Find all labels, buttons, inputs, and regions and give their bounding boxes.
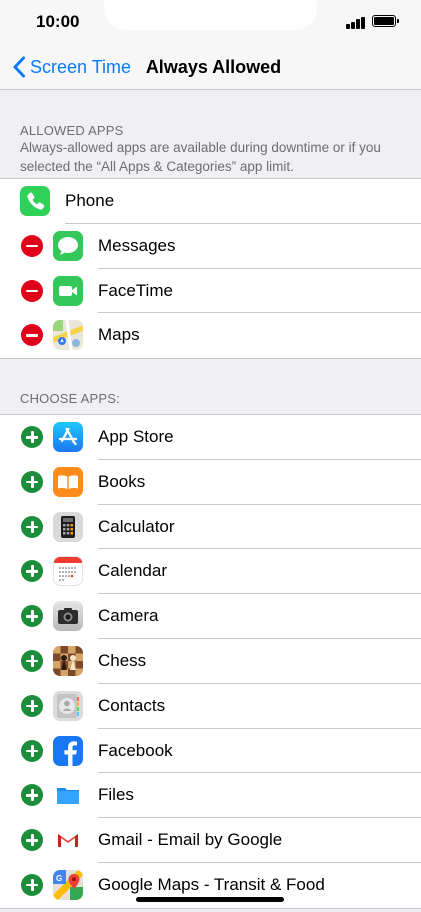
choose-apps-header: CHOOSE APPS: — [20, 391, 120, 406]
add-button[interactable] — [21, 873, 43, 896]
choose-app-row-chess[interactable]: Chess — [0, 639, 421, 684]
choose-apps-list: App Store Books Calculator Calendar Came… — [0, 414, 421, 909]
allowed-apps-header: ALLOWED APPS — [20, 123, 124, 138]
google-maps-icon: G — [53, 869, 83, 900]
gmail-icon — [53, 825, 83, 856]
app-name: Books — [98, 471, 146, 491]
app-name: Phone — [65, 191, 115, 210]
camera-icon — [53, 601, 83, 632]
app-name: Google Maps - Transit & Food — [98, 874, 325, 894]
choose-app-row-gmail[interactable]: Gmail - Email by Google — [0, 818, 421, 863]
contacts-icon — [53, 690, 83, 721]
calendar-icon — [53, 556, 83, 587]
files-icon — [53, 780, 83, 811]
add-button[interactable] — [21, 515, 43, 538]
add-button[interactable] — [21, 426, 43, 448]
choose-app-row-app-store[interactable]: App Store — [0, 415, 421, 460]
app-name: Calculator — [98, 516, 175, 536]
app-name: Calendar — [98, 561, 167, 581]
choose-app-row-contacts[interactable]: Contacts — [0, 684, 421, 729]
status-bar: 10:00 — [0, 0, 421, 44]
choose-app-row-calendar[interactable]: Calendar — [0, 549, 421, 595]
app-name: Camera — [98, 606, 159, 626]
messages-icon — [53, 230, 83, 261]
remove-button[interactable] — [21, 279, 43, 302]
calculator-icon — [53, 511, 83, 542]
app-name: Maps — [98, 325, 140, 345]
choose-app-row-facebook[interactable]: Facebook — [0, 729, 421, 774]
add-button[interactable] — [21, 605, 43, 628]
app-name: Files — [98, 785, 134, 805]
battery-icon — [372, 15, 399, 27]
facebook-icon — [53, 735, 83, 766]
choose-app-row-books[interactable]: Books — [0, 460, 421, 505]
facetime-icon — [53, 275, 83, 306]
app-name: App Store — [98, 427, 174, 446]
app-name: Gmail - Email by Google — [98, 830, 283, 850]
app-name: FaceTime — [98, 280, 173, 300]
choose-app-row-files[interactable]: Files — [0, 773, 421, 819]
remove-button[interactable] — [21, 324, 43, 347]
allowed-apps-list: Phone Messages FaceTime Maps — [0, 178, 421, 360]
allowed-app-row-facetime[interactable]: FaceTime — [0, 269, 421, 314]
add-button[interactable] — [21, 470, 43, 493]
page-title: Always Allowed — [145, 57, 282, 77]
allowed-apps-description: Always-allowed apps are available during… — [20, 140, 381, 174]
maps-icon — [53, 320, 83, 351]
choose-app-row-calculator[interactable]: Calculator — [0, 505, 421, 550]
add-button[interactable] — [21, 784, 43, 807]
phone-icon — [20, 186, 50, 216]
cellular-signal-icon — [346, 15, 366, 29]
books-icon — [53, 466, 83, 497]
notch — [104, 0, 317, 30]
app-name: Facebook — [98, 740, 173, 760]
allowed-app-row-phone[interactable]: Phone — [0, 179, 421, 224]
remove-button[interactable] — [21, 234, 43, 257]
home-indicator[interactable] — [136, 897, 284, 902]
app-name: Messages — [98, 235, 176, 255]
chess-icon — [53, 645, 83, 676]
status-time: 10:00 — [36, 12, 80, 31]
allowed-app-row-maps[interactable]: Maps — [0, 313, 421, 358]
choose-app-row-camera[interactable]: Camera — [0, 594, 421, 639]
app-name: Contacts — [98, 695, 166, 715]
app-name: Chess — [98, 650, 147, 670]
navigation-bar: Screen Time Always Allowed — [0, 44, 421, 90]
add-button[interactable] — [21, 739, 43, 762]
add-button[interactable] — [21, 829, 43, 852]
allowed-app-row-messages[interactable]: Messages — [0, 224, 421, 269]
add-button[interactable] — [21, 560, 43, 583]
add-button[interactable] — [21, 694, 43, 717]
add-button[interactable] — [21, 649, 43, 672]
app-store-icon — [53, 422, 83, 452]
svg-text:G: G — [56, 874, 62, 883]
